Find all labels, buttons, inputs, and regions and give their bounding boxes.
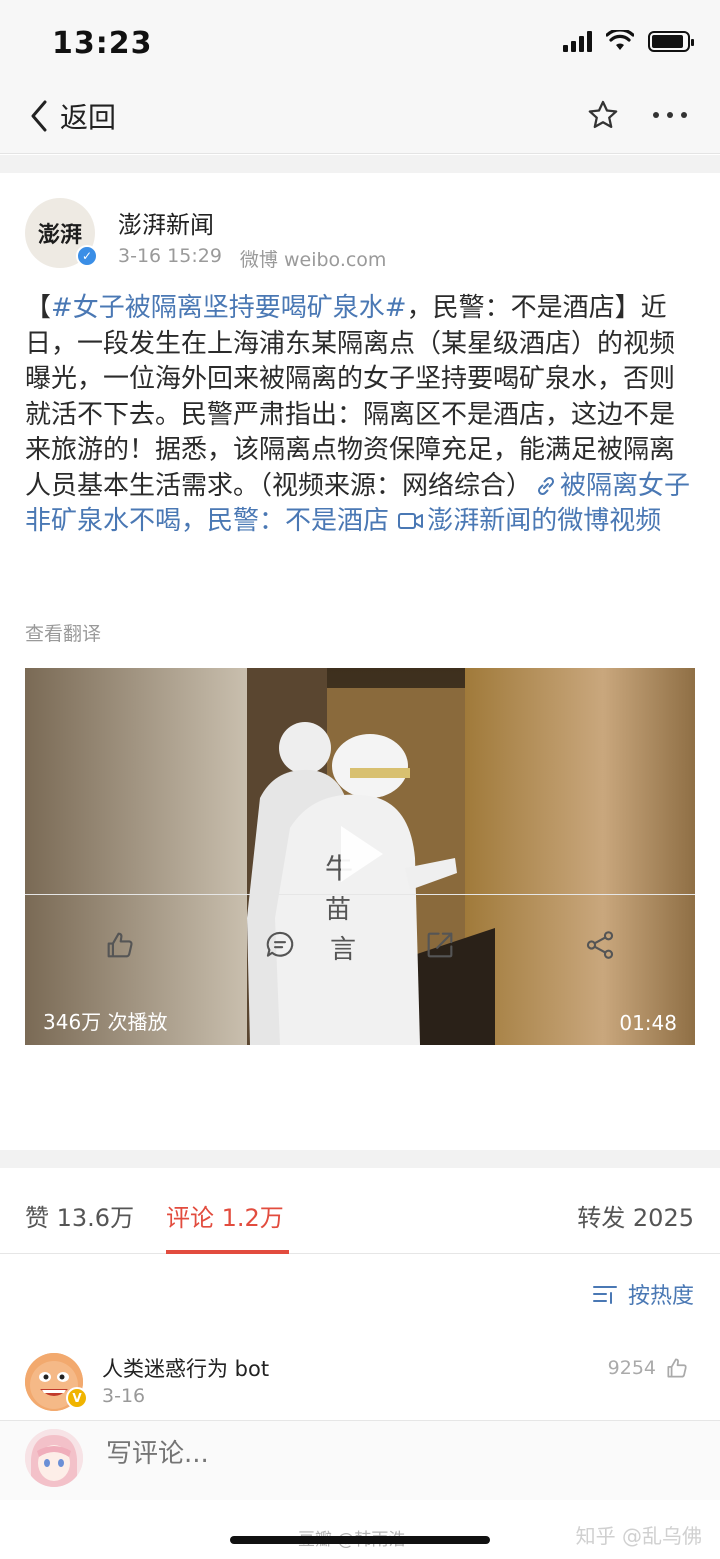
tab-likes[interactable]: 赞 13.6万 (25, 1198, 134, 1233)
battery-icon (648, 30, 694, 52)
watermark-right: 知乎 @乱乌佛 (575, 1524, 702, 1548)
divider (25, 894, 695, 895)
tab-comments[interactable]: 评论 1.2万 (166, 1198, 284, 1233)
play-icon[interactable] (341, 826, 383, 882)
back-button[interactable]: 返回 (28, 96, 116, 136)
chevron-left-icon (31, 100, 47, 132)
comment-input[interactable] (106, 1439, 666, 1469)
section-separator (0, 1150, 720, 1168)
sort-icon (592, 1286, 617, 1304)
commenter-name[interactable]: 人类迷惑行为 bot (102, 1353, 269, 1383)
anime-avatar-icon (25, 1429, 83, 1487)
cellular-signal-icon (563, 30, 592, 52)
back-label: 返回 (60, 101, 117, 134)
video-camera-icon (398, 513, 424, 529)
like-button[interactable] (90, 919, 150, 971)
post-meta: 3-16 15:29 微博 weibo.com (118, 245, 386, 272)
comment-time: 3-16 (102, 1385, 146, 1407)
my-avatar (25, 1429, 83, 1487)
hashtag-link[interactable]: #女子被隔离坚持要喝矿泉水# (51, 293, 407, 323)
post-body: 【#女子被隔离坚持要喝矿泉水#，民警：不是酒店】近日，一段发生在上海浦东某隔离点… (25, 291, 697, 540)
status-icons (563, 30, 694, 52)
comment-item: V 人类迷惑行为 bot 3-16 9254 (0, 1345, 720, 1420)
video-player[interactable]: 牛 苗 言 346万 次播放 01:48 (25, 668, 695, 1045)
share-button[interactable] (570, 919, 630, 971)
repost-button[interactable] (410, 919, 470, 971)
author-name[interactable]: 澎湃新闻 (118, 205, 214, 240)
vip-badge-icon: V (66, 1387, 88, 1409)
clock-time: 13:23 (52, 26, 153, 61)
translate-link[interactable]: 查看翻译 (25, 619, 101, 646)
post-date: 3-16 15:29 (118, 245, 222, 267)
nav-actions (586, 98, 690, 132)
comment-icon (266, 931, 294, 957)
comment-compose-bar (0, 1420, 720, 1500)
repost-icon (427, 932, 453, 958)
video-duration: 01:48 (619, 1011, 677, 1035)
home-indicator[interactable] (230, 1536, 490, 1544)
navigation-bar: 返回 (0, 86, 720, 154)
bracket-open: 【 (25, 293, 52, 323)
video-link-text: 澎湃新闻的微博视频 (427, 506, 662, 536)
more-options-icon[interactable] (650, 98, 690, 132)
video-link[interactable]: 澎湃新闻的微博视频 (389, 506, 661, 536)
star-icon[interactable] (586, 98, 620, 132)
verified-badge-icon: ✓ (76, 245, 98, 267)
post-source: 微博 weibo.com (239, 249, 387, 271)
post-actions (0, 910, 720, 980)
sort-by-heat-button[interactable]: 按热度 (592, 1278, 694, 1310)
play-count: 346万 次播放 (43, 1010, 168, 1034)
thumbs-up-icon (667, 1358, 687, 1378)
comment-like-count: 9254 (607, 1357, 656, 1379)
section-separator (0, 155, 720, 173)
interaction-tabs: 赞 13.6万 评论 1.2万 转发 2025 (0, 1168, 720, 1254)
thumbs-up-icon (107, 932, 133, 958)
link-icon (537, 476, 555, 495)
comment-like-button[interactable]: 9254 (608, 1355, 690, 1381)
avatar-logo-text: 澎湃 (37, 222, 82, 248)
share-icon (586, 931, 614, 959)
status-bar: 13:23 (0, 0, 720, 86)
tab-reposts[interactable]: 转发 2025 (577, 1198, 694, 1233)
post-text: ，民警：不是酒店】近日，一段发生在上海浦东某隔离点（某星级酒店）的视频曝光，一位… (25, 293, 676, 501)
comment-button[interactable] (250, 919, 310, 971)
wifi-icon (606, 30, 634, 50)
active-tab-indicator (166, 1250, 289, 1254)
sort-label: 按热度 (627, 1284, 694, 1309)
